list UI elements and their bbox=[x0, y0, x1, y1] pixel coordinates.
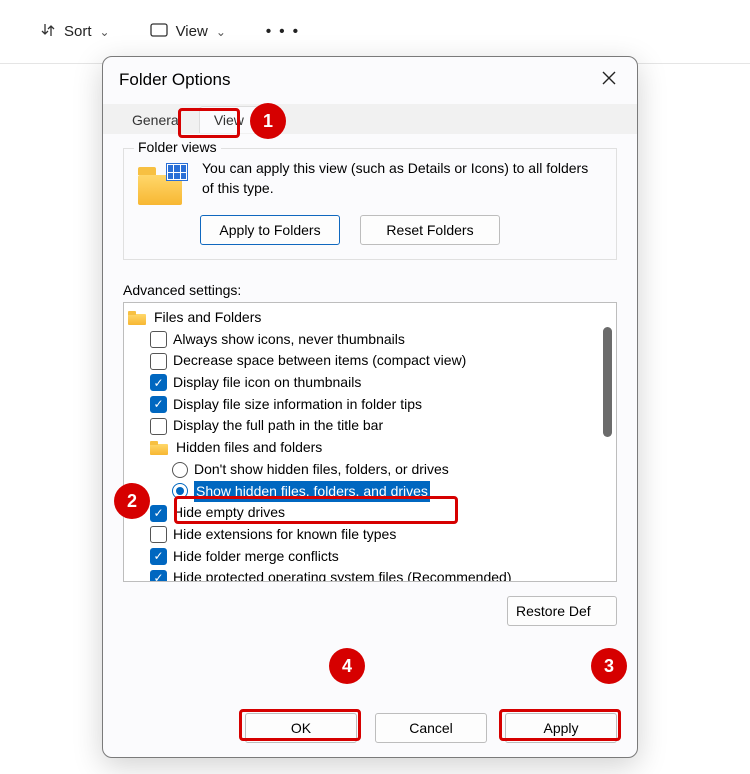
chevron-down-icon: ⌄ bbox=[100, 25, 110, 39]
cancel-button[interactable]: Cancel bbox=[375, 713, 487, 743]
folder-icon bbox=[150, 441, 168, 455]
opt-hide-merge[interactable]: Hide folder merge conflicts bbox=[128, 546, 614, 568]
folder-views-label: Folder views bbox=[134, 139, 221, 155]
opt-hide-empty[interactable]: Hide empty drives bbox=[128, 502, 614, 524]
dialog-footer: OK Cancel Apply bbox=[123, 707, 617, 747]
close-icon bbox=[602, 71, 616, 85]
ellipsis-icon: • • • bbox=[266, 23, 300, 40]
opt-always-icons[interactable]: Always show icons, never thumbnails bbox=[128, 329, 614, 351]
scrollbar-thumb[interactable] bbox=[603, 327, 612, 437]
sort-button[interactable]: Sort ⌄ bbox=[40, 22, 110, 42]
folder-options-dialog: Folder Options General View Folder views… bbox=[102, 56, 638, 758]
opt-hide-ext[interactable]: Hide extensions for known file types bbox=[128, 524, 614, 546]
view-label: View bbox=[176, 23, 208, 40]
advanced-settings-label: Advanced settings: bbox=[123, 282, 617, 298]
apply-button[interactable]: Apply bbox=[505, 713, 617, 743]
dialog-title: Folder Options bbox=[119, 70, 231, 90]
annotation-4: 4 bbox=[329, 648, 365, 684]
opt-hidden-show[interactable]: Show hidden files, folders, and drives bbox=[128, 481, 614, 503]
restore-defaults-button[interactable]: Restore Def bbox=[507, 596, 617, 626]
view-icon bbox=[150, 23, 168, 41]
annotation-2: 2 bbox=[114, 483, 150, 519]
sort-label: Sort bbox=[64, 23, 92, 40]
opt-hide-protected[interactable]: Hide protected operating system files (R… bbox=[128, 567, 614, 582]
annotation-3: 3 bbox=[591, 648, 627, 684]
folder-views-group: Folder views You can apply this view (su… bbox=[123, 148, 617, 260]
opt-hidden-dont-show[interactable]: Don't show hidden files, folders, or dri… bbox=[128, 459, 614, 481]
opt-display-icon-thumb[interactable]: Display file icon on thumbnails bbox=[128, 372, 614, 394]
dialog-titlebar: Folder Options bbox=[103, 57, 637, 98]
annotation-1: 1 bbox=[250, 103, 286, 139]
tab-general[interactable]: General bbox=[117, 106, 197, 133]
folder-views-icon bbox=[138, 165, 186, 205]
ok-button[interactable]: OK bbox=[245, 713, 357, 743]
opt-display-size-tips[interactable]: Display file size information in folder … bbox=[128, 394, 614, 416]
tabs: General View bbox=[103, 104, 637, 134]
advanced-settings-list[interactable]: Files and Folders Always show icons, nev… bbox=[123, 302, 617, 582]
explorer-toolbar: Sort ⌄ View ⌄ • • • bbox=[0, 0, 750, 64]
reset-folders-button[interactable]: Reset Folders bbox=[360, 215, 500, 245]
folder-views-desc: You can apply this view (such as Details… bbox=[202, 159, 602, 205]
opt-decrease-space[interactable]: Decrease space between items (compact vi… bbox=[128, 350, 614, 372]
view-button[interactable]: View ⌄ bbox=[150, 23, 226, 41]
apply-to-folders-button[interactable]: Apply to Folders bbox=[200, 215, 340, 245]
folder-icon bbox=[128, 311, 146, 325]
sort-icon bbox=[40, 22, 56, 42]
chevron-down-icon: ⌄ bbox=[216, 25, 226, 39]
close-button[interactable] bbox=[597, 69, 621, 90]
opt-display-full-path[interactable]: Display the full path in the title bar bbox=[128, 415, 614, 437]
more-button[interactable]: • • • bbox=[266, 23, 300, 40]
